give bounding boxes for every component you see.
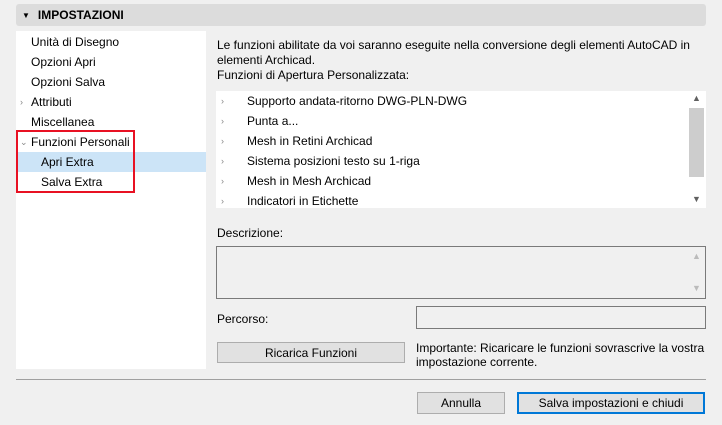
chevron-right-icon[interactable]: › xyxy=(20,92,23,112)
scroll-up-icon[interactable]: ▲ xyxy=(692,251,701,261)
list-item-label: Mesh in Retini Archicad xyxy=(247,134,373,148)
functions-list: › Supporto andata-ritorno DWG-PLN-DWG › Pu… xyxy=(216,91,706,208)
list-item[interactable]: › Punta a... xyxy=(216,111,689,131)
description-textarea[interactable]: ▲ ▼ xyxy=(216,246,706,299)
description-label: Descrizione: xyxy=(217,226,284,240)
scroll-down-icon[interactable]: ▼ xyxy=(692,194,701,204)
divider xyxy=(16,379,706,380)
scroll-down-icon[interactable]: ▼ xyxy=(692,283,701,293)
list-item-label: Punta a... xyxy=(247,114,299,128)
list-item[interactable]: › Supporto andata-ritorno DWG-PLN-DWG xyxy=(216,91,689,111)
collapse-triangle-icon: ▼ xyxy=(22,10,30,20)
chevron-right-icon[interactable]: › xyxy=(221,151,224,171)
cancel-button[interactable]: Annulla xyxy=(417,392,505,414)
tree-item-opzioni-apri[interactable]: Opzioni Apri xyxy=(16,52,206,72)
tree-item-attributi[interactable]: › Attributi xyxy=(16,92,206,112)
chevron-right-icon[interactable]: › xyxy=(221,131,224,151)
list-item-label: Supporto andata-ritorno DWG-PLN-DWG xyxy=(247,94,468,108)
list-heading: Funzioni di Apertura Personalizzata: xyxy=(217,68,410,82)
tree-item-miscellanea[interactable]: Miscellanea xyxy=(16,112,206,132)
settings-section-header[interactable]: ▼ IMPOSTAZIONI xyxy=(16,4,706,26)
intro-text: Le funzioni abilitate da voi saranno ese… xyxy=(217,38,697,83)
highlight-box xyxy=(16,130,135,193)
list-item-label: Mesh in Mesh Archicad xyxy=(247,174,372,188)
list-item[interactable]: › Mesh in Mesh Archicad xyxy=(216,171,689,191)
tree-item-label: Opzioni Apri xyxy=(31,55,96,69)
chevron-right-icon[interactable]: › xyxy=(221,111,224,131)
tree-item-label: Miscellanea xyxy=(31,115,95,129)
path-input[interactable] xyxy=(416,306,706,329)
chevron-right-icon[interactable]: › xyxy=(221,171,224,191)
chevron-right-icon[interactable]: › xyxy=(221,91,224,111)
scroll-up-icon[interactable]: ▲ xyxy=(692,93,701,103)
tree-item-unita-di-disegno[interactable]: Unità di Disegno xyxy=(16,32,206,52)
list-item[interactable]: › Indicatori in Etichette xyxy=(216,191,689,208)
section-title: IMPOSTAZIONI xyxy=(37,8,124,22)
chevron-right-icon[interactable]: › xyxy=(221,191,224,208)
list-item[interactable]: › Sistema posizioni testo su 1-riga xyxy=(216,151,689,171)
scrollbar-thumb[interactable] xyxy=(689,108,704,177)
list-scrollbar[interactable]: ▲ ▼ xyxy=(689,91,706,208)
tree-item-opzioni-salva[interactable]: Opzioni Salva xyxy=(16,72,206,92)
list-item-label: Sistema posizioni testo su 1-riga xyxy=(247,154,420,168)
reload-note: Importante: Ricaricare le funzioni sovra… xyxy=(416,341,705,369)
path-label: Percorso: xyxy=(217,312,269,326)
reload-functions-button[interactable]: Ricarica Funzioni xyxy=(217,342,405,363)
list-item-label: Indicatori in Etichette xyxy=(247,194,359,208)
tree-item-label: Unità di Disegno xyxy=(31,35,120,49)
tree-item-label: Opzioni Salva xyxy=(31,75,106,89)
settings-tree: Unità di Disegno Opzioni Apri Opzioni Sa… xyxy=(16,31,206,369)
list-item[interactable]: › Mesh in Retini Archicad xyxy=(216,131,689,151)
save-and-close-button[interactable]: Salva impostazioni e chiudi xyxy=(517,392,705,414)
intro-line: Le funzioni abilitate da voi saranno ese… xyxy=(217,38,690,67)
tree-item-label: Attributi xyxy=(31,95,72,109)
